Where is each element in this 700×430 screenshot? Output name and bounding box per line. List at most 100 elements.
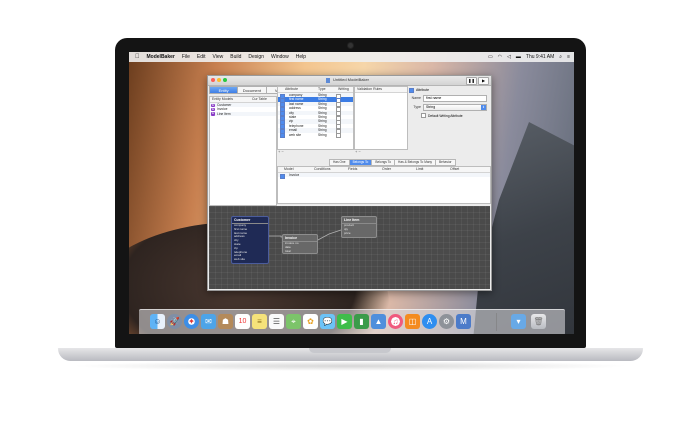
menu-file[interactable]: File (182, 54, 190, 60)
notes-icon[interactable]: ≡ (252, 314, 267, 329)
type-row: Type String ⇕ (409, 103, 489, 111)
col-attribute[interactable]: Attribute (278, 87, 316, 92)
invoice-entity-node[interactable]: Invoice invoice no date total (282, 234, 318, 254)
col-entity-models[interactable]: Entity Models (210, 97, 250, 102)
calendar-day: 10 (238, 318, 247, 325)
tab-has-many[interactable]: Belongs To (348, 159, 373, 166)
trash-icon[interactable]: 🗑 (531, 314, 546, 329)
type-select[interactable]: String ⇕ (423, 103, 487, 111)
close-window-button[interactable] (211, 78, 215, 82)
entity-name: Line Item (217, 111, 231, 116)
safari-icon[interactable]: ✦ (184, 314, 199, 329)
reminders-icon[interactable]: ☰ (269, 314, 284, 329)
col-model[interactable]: Model (278, 167, 312, 172)
entity-models-list: Entity Models Cur Table E Customer E Invoi… (209, 96, 277, 206)
notification-center-icon[interactable]: ≡ (567, 54, 570, 60)
tab-belongs-to[interactable]: Belongs To (371, 159, 396, 166)
ibooks-icon[interactable]: ◫ (405, 314, 420, 329)
app-store-icon[interactable]: A (422, 314, 437, 329)
default-writing-label: Default Writing Attribute (428, 113, 463, 118)
pause-icon[interactable]: ❚❚ (466, 77, 477, 85)
airplay-icon[interactable]: ▭ (488, 54, 493, 60)
attribute-section-checkbox[interactable] (409, 87, 414, 93)
numbers-icon[interactable]: ▮ (354, 314, 369, 329)
menu-edit[interactable]: Edit (197, 54, 206, 60)
modelbaker-icon[interactable]: M (456, 314, 471, 329)
calendar-icon[interactable]: 10 (235, 314, 250, 329)
col-fields[interactable]: Fields (346, 167, 380, 172)
col-limit[interactable]: Limit (414, 167, 448, 172)
tab-document[interactable]: Document (237, 86, 267, 94)
mail-icon[interactable]: ✉ (201, 314, 216, 329)
apple-icon[interactable]:  (135, 54, 140, 60)
tab-has-one[interactable]: Has One (329, 159, 350, 166)
menu-clock[interactable]: Thu 9:41 AM (526, 54, 554, 60)
spotlight-icon[interactable]: ⌕ (559, 54, 562, 60)
menu-view[interactable]: View (213, 54, 224, 60)
itunes-icon[interactable]: ♫ (388, 314, 403, 329)
col-offset[interactable]: Offset (448, 167, 459, 172)
node-attribute: price (344, 230, 351, 235)
add-remove-attribute-icons[interactable]: + − (278, 149, 284, 154)
maps-icon[interactable]: ⌖ (286, 314, 301, 329)
photos-icon[interactable]: ✿ (303, 314, 318, 329)
tab-has-and-belongs-to-many[interactable]: Has & Belongs To Many (394, 159, 436, 166)
col-cur-table[interactable]: Cur Table (250, 97, 267, 102)
col-order[interactable]: Order (380, 167, 414, 172)
dock-separator (496, 313, 497, 331)
menu-help[interactable]: Help (296, 54, 306, 60)
type-select-value: String (426, 104, 436, 109)
attributes-table: Attribute Type Writing company String fir… (277, 86, 354, 150)
menu-app-name[interactable]: ModelBaker (147, 54, 175, 60)
downloads-icon[interactable]: ▾ (511, 314, 526, 329)
facetime-icon[interactable]: ▶ (337, 314, 352, 329)
relation-model: Invoice (289, 173, 300, 177)
menu-design[interactable]: Design (248, 54, 264, 60)
zoom-window-button[interactable] (223, 78, 227, 82)
default-writing-checkbox[interactable] (421, 113, 426, 119)
volume-icon[interactable]: ◁ (507, 54, 511, 60)
menu-build[interactable]: Build (230, 54, 241, 60)
entity-badge-icon: E (211, 111, 215, 116)
system-preferences-icon[interactable]: ⚙ (439, 314, 454, 329)
table-row[interactable]: web site String (278, 132, 353, 139)
col-conditions[interactable]: Conditions (312, 167, 346, 172)
add-remove-rule-icons[interactable]: + − (355, 149, 361, 154)
messages-icon[interactable]: 💬 (320, 314, 335, 329)
attribute-checkbox[interactable] (280, 133, 285, 139)
col-type[interactable]: Type (316, 87, 336, 92)
col-writing[interactable]: Writing (336, 87, 349, 92)
customer-entity-node[interactable]: Customer company first name last name ad… (231, 216, 269, 264)
relation-line (315, 229, 342, 242)
dock: ☺ 🚀 ✦ ✉ ☗ 10 ≡ ☰ ⌖ ✿ 💬 ▶ ▮ ▲ ♫ ◫ A ⚙ M ▾… (139, 309, 565, 334)
attribute-type: String (318, 132, 327, 137)
contacts-icon[interactable]: ☗ (218, 314, 233, 329)
desktop-screen:  ModelBaker File Edit View Build Design… (129, 52, 574, 334)
model-diagram[interactable]: Customer company first name last name ad… (209, 206, 490, 289)
relation-tabs: Has One Belongs To Belongs To Has & Belo… (329, 159, 456, 166)
wifi-icon[interactable]: ◠ (498, 54, 502, 60)
name-row: Name first name (409, 94, 489, 102)
table-row[interactable]: Invoice (278, 173, 490, 179)
relations-table: Model Conditions Fields Order Limit Offs… (277, 166, 491, 204)
attribute-inspector: Attribute Name first name Type String ⇕ D… (409, 87, 489, 147)
launchpad-icon[interactable]: 🚀 (167, 314, 182, 329)
finder-icon[interactable]: ☺ (150, 314, 165, 329)
list-item[interactable]: E Line Item (210, 111, 276, 117)
play-icon[interactable]: ▶ (478, 77, 489, 85)
col-validation-rules[interactable]: Validation Rules (355, 87, 382, 92)
tab-entity[interactable]: Entity (209, 86, 239, 94)
keynote-icon[interactable]: ▲ (371, 314, 386, 329)
tab-behavior[interactable]: Behavior (435, 159, 456, 166)
name-field[interactable]: first name (423, 94, 487, 102)
select-arrows-icon: ⇕ (481, 104, 486, 110)
relation-checkbox[interactable] (280, 173, 285, 179)
attribute-name: web site (289, 132, 302, 137)
window-title: Untitled ModelBaker (333, 77, 370, 82)
menu-window[interactable]: Window (271, 54, 289, 60)
line-item-entity-node[interactable]: Line Item product qty price (341, 216, 377, 238)
inspector-section: Attribute (409, 87, 489, 93)
battery-icon[interactable]: ▬ (516, 54, 521, 60)
writing-checkbox[interactable] (336, 133, 341, 139)
minimize-window-button[interactable] (217, 78, 221, 82)
